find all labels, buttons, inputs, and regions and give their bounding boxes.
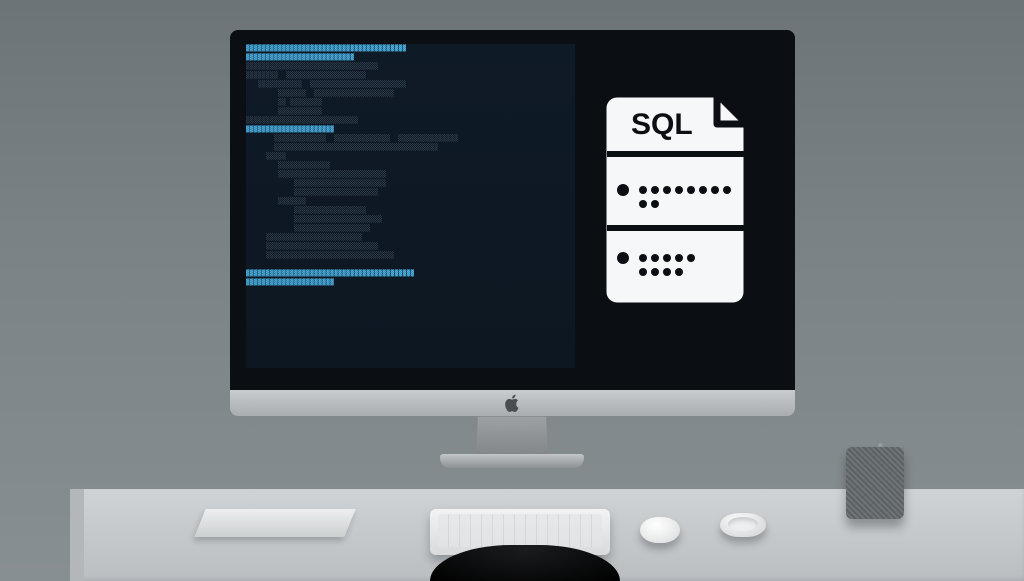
mouse xyxy=(640,517,680,543)
apple-logo-icon xyxy=(505,394,521,412)
monitor-chin xyxy=(230,390,795,416)
code-editor-placeholder: ▓▓▓▓▓▓▓▓▓▓▓▓▓▓▓▓▓▓▓▓▓▓▓▓▓▓▓▓▓▓▓▓▓▓▓▓▓▓▓▓… xyxy=(246,44,575,368)
sql-file-label: SQL xyxy=(631,108,693,141)
sql-file-icon: SQL xyxy=(597,88,767,308)
imac-monitor: ▓▓▓▓▓▓▓▓▓▓▓▓▓▓▓▓▓▓▓▓▓▓▓▓▓▓▓▓▓▓▓▓▓▓▓▓▓▓▓▓… xyxy=(230,30,795,470)
monitor-stand-foot xyxy=(440,454,584,468)
scene: ▓▓▓▓▓▓▓▓▓▓▓▓▓▓▓▓▓▓▓▓▓▓▓▓▓▓▓▓▓▓▓▓▓▓▓▓▓▓▓▓… xyxy=(0,0,1024,581)
small-bowl xyxy=(720,513,766,537)
papers xyxy=(194,509,355,537)
monitor-screen: ▓▓▓▓▓▓▓▓▓▓▓▓▓▓▓▓▓▓▓▓▓▓▓▓▓▓▓▓▓▓▓▓▓▓▓▓▓▓▓▓… xyxy=(230,30,795,390)
pencil-holder xyxy=(846,447,904,519)
